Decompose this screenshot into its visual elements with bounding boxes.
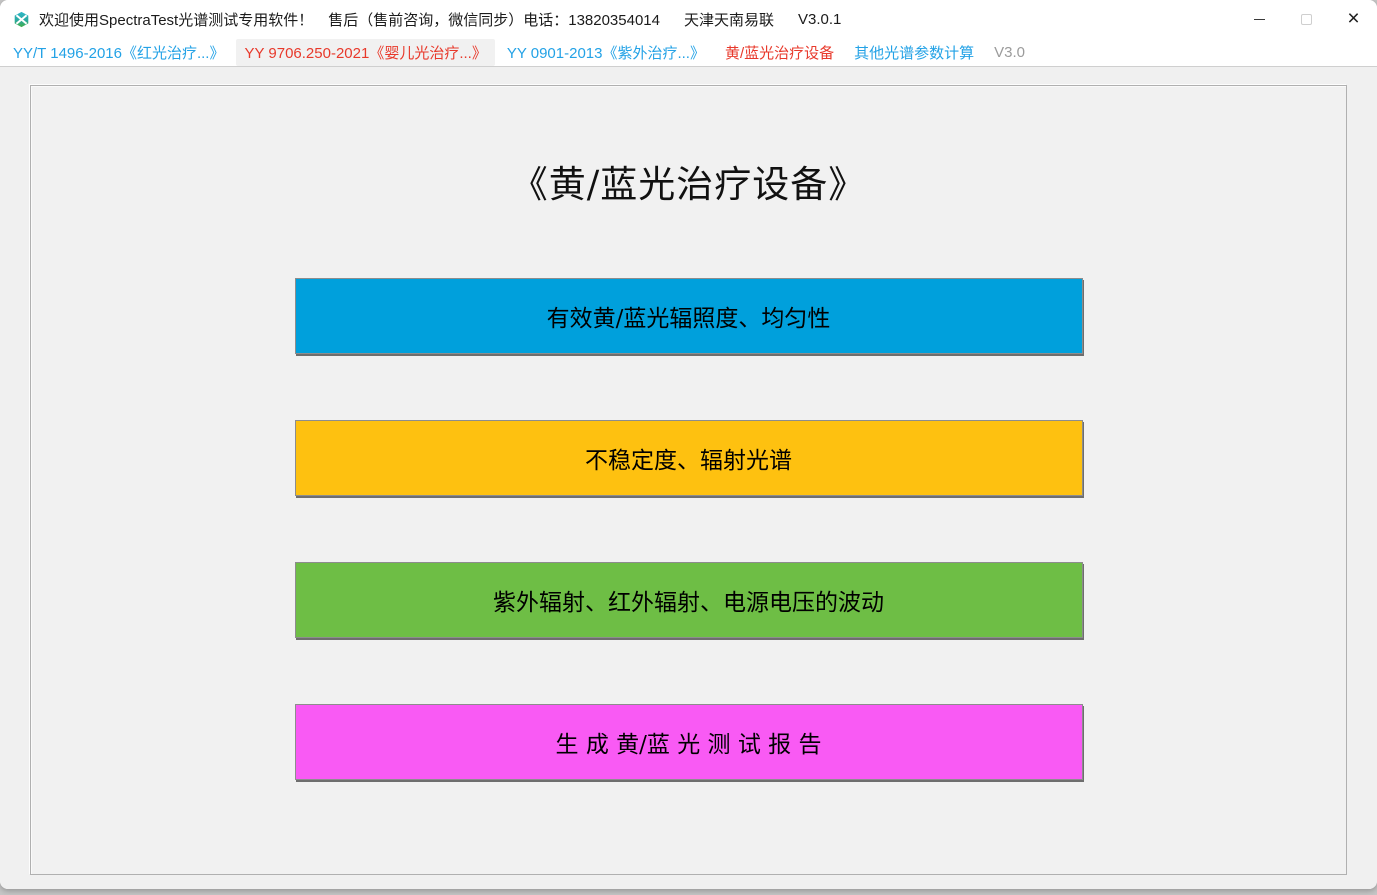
- instability-radiation-spectrum-button[interactable]: 不稳定度、辐射光谱: [295, 420, 1083, 496]
- effective-irradiance-uniformity-button[interactable]: 有效黄/蓝光辐照度、均匀性: [295, 278, 1083, 354]
- minimize-icon: [1254, 19, 1265, 20]
- app-window: 欢迎使用SpectraTest光谱测试专用软件！ 售后（售前咨询，微信同步）电话…: [0, 0, 1377, 889]
- content-panel: 《黄/蓝光治疗设备》 有效黄/蓝光辐照度、均匀性 不稳定度、辐射光谱 紫外辐射、…: [30, 85, 1347, 875]
- uv-ir-voltage-fluctuation-button[interactable]: 紫外辐射、红外辐射、电源电压的波动: [295, 562, 1083, 638]
- maximize-button[interactable]: [1283, 0, 1330, 38]
- tab-yellow-blue-light-device[interactable]: 黄/蓝光治疗设备: [717, 39, 842, 66]
- close-icon: ×: [1347, 7, 1359, 31]
- title-bar: 欢迎使用SpectraTest光谱测试专用软件！ 售后（售前咨询，微信同步）电话…: [0, 0, 1377, 38]
- company-name: 天津天南易联: [684, 9, 774, 30]
- window-controls: ×: [1236, 0, 1377, 38]
- tab-other-spectral-params[interactable]: 其他光谱参数计算: [846, 39, 982, 66]
- app-logo-icon: [13, 11, 30, 28]
- maximize-icon: [1301, 14, 1312, 25]
- tab-uv-therapy[interactable]: YY 0901-2013《紫外治疗...》: [499, 39, 713, 66]
- main-area: 《黄/蓝光治疗设备》 有效黄/蓝光辐照度、均匀性 不稳定度、辐射光谱 紫外辐射、…: [0, 67, 1377, 889]
- tab-version-label: V3.0: [986, 41, 1033, 64]
- close-button[interactable]: ×: [1330, 0, 1377, 38]
- generate-test-report-button[interactable]: 生 成 黄/蓝 光 测 试 报 告: [295, 704, 1083, 780]
- tab-infant-phototherapy[interactable]: YY 9706.250-2021《婴儿光治疗...》: [236, 39, 494, 66]
- standards-tab-bar: YY/T 1496-2016《红光治疗...》 YY 9706.250-2021…: [0, 38, 1377, 67]
- app-version: V3.0.1: [798, 11, 841, 28]
- page-title: 《黄/蓝光治疗设备》: [31, 154, 1346, 208]
- minimize-button[interactable]: [1236, 0, 1283, 38]
- support-phone-text: 售后（售前咨询，微信同步）电话：13820354014: [328, 9, 660, 30]
- tab-red-light-therapy[interactable]: YY/T 1496-2016《红光治疗...》: [5, 39, 232, 66]
- welcome-text: 欢迎使用SpectraTest光谱测试专用软件！: [39, 9, 313, 30]
